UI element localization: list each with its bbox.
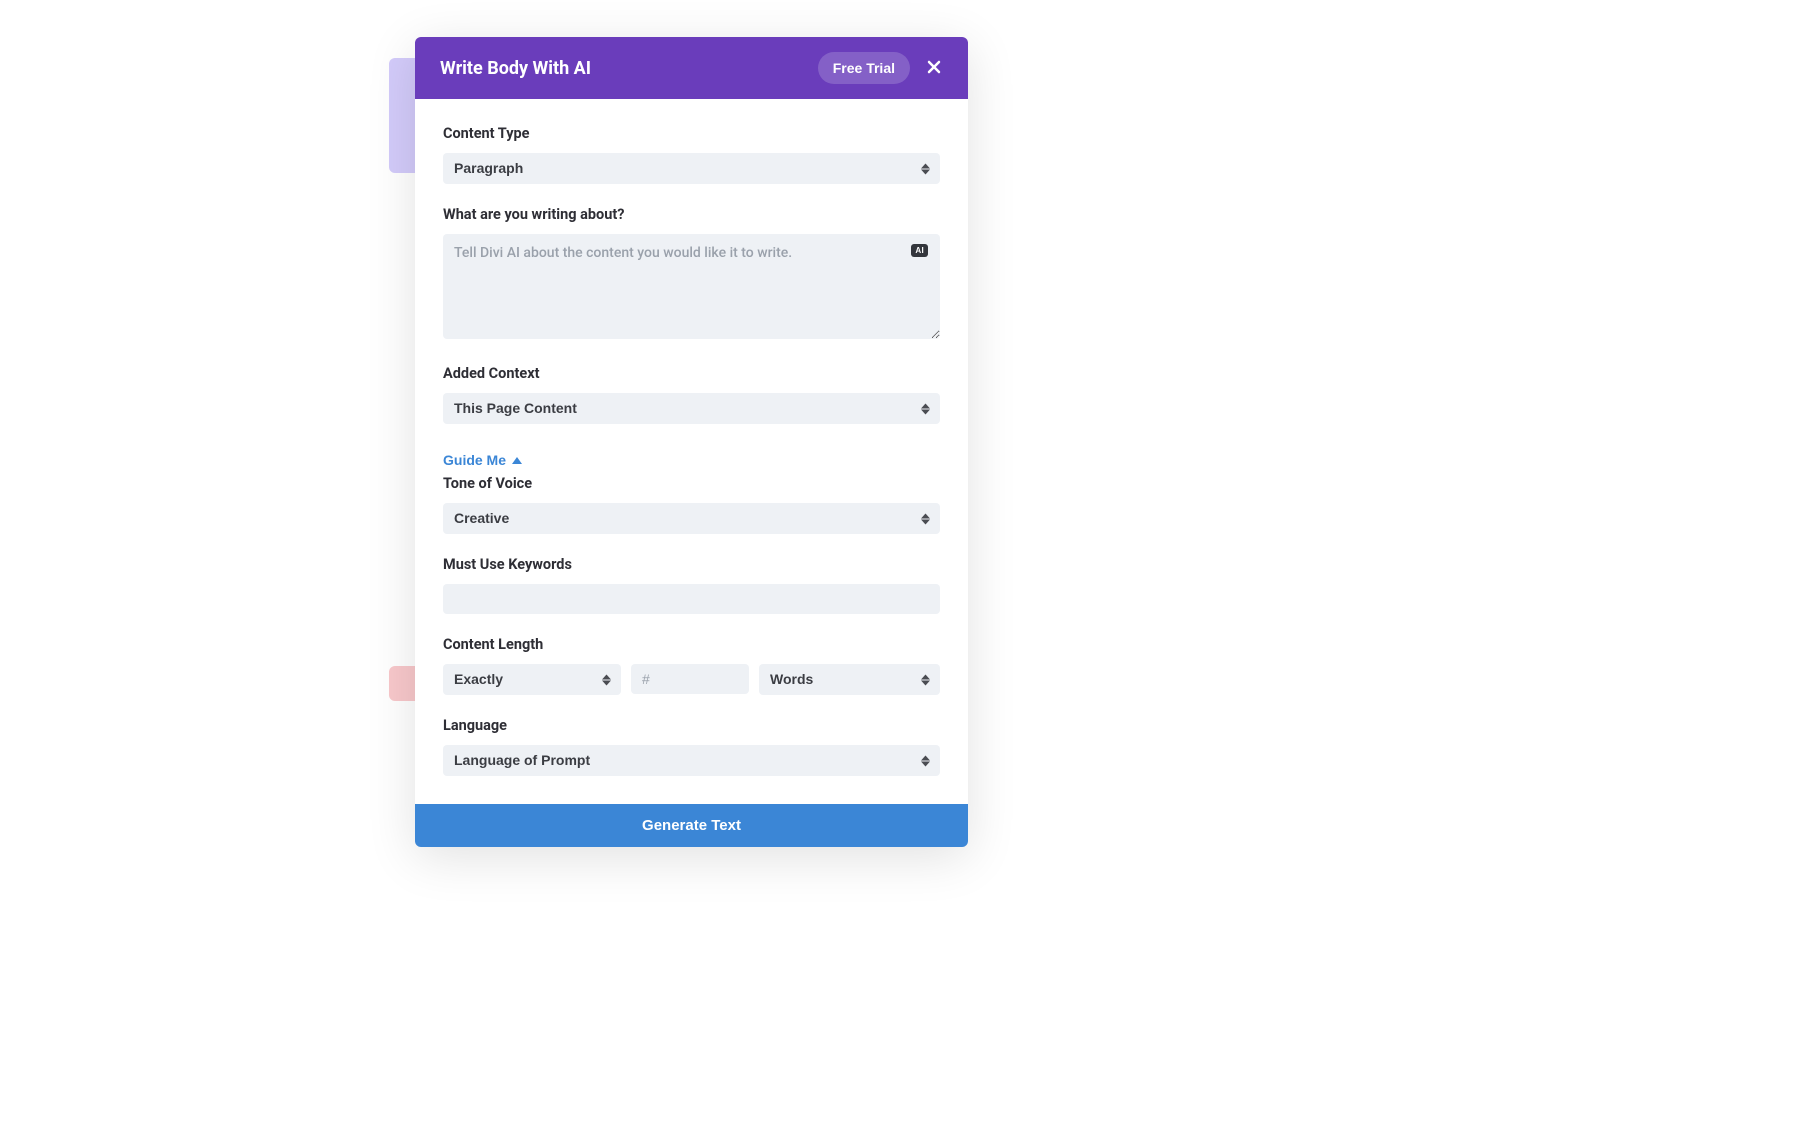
modal-footer: Generate Text [415, 804, 968, 847]
guide-me-label: Guide Me [443, 452, 506, 468]
content-type-select[interactable]: Paragraph [443, 153, 940, 184]
close-button[interactable] [922, 55, 946, 82]
language-group: Language Language of Prompt [443, 717, 940, 776]
keywords-label: Must Use Keywords [443, 556, 940, 573]
content-type-label: Content Type [443, 125, 940, 142]
ai-write-modal: Write Body With AI Free Trial Content Ty… [415, 37, 968, 847]
close-icon [926, 59, 942, 78]
tone-select[interactable]: Creative [443, 503, 940, 534]
modal-title: Write Body With AI [440, 58, 591, 79]
content-length-group: Content Length Exactly Words [443, 636, 940, 695]
content-length-label: Content Length [443, 636, 940, 653]
writing-about-textarea[interactable] [443, 234, 940, 339]
ai-badge-button[interactable]: AI [911, 244, 928, 257]
modal-header: Write Body With AI Free Trial [415, 37, 968, 99]
added-context-group: Added Context This Page Content [443, 365, 940, 424]
tone-label: Tone of Voice [443, 475, 940, 492]
keywords-input[interactable] [443, 584, 940, 614]
modal-body: Content Type Paragraph What are you writ… [415, 99, 968, 804]
keywords-group: Must Use Keywords [443, 556, 940, 614]
header-actions: Free Trial [818, 52, 946, 84]
content-length-mode-select[interactable]: Exactly [443, 664, 621, 695]
free-trial-button[interactable]: Free Trial [818, 52, 910, 84]
generate-text-button[interactable]: Generate Text [415, 804, 968, 847]
guide-me-toggle[interactable]: Guide Me [443, 452, 522, 468]
added-context-select[interactable]: This Page Content [443, 393, 940, 424]
content-type-group: Content Type Paragraph [443, 125, 940, 184]
triangle-up-icon [512, 457, 522, 464]
tone-group: Tone of Voice Creative [443, 475, 940, 534]
content-length-count-input[interactable] [631, 664, 749, 694]
content-length-unit-select[interactable]: Words [759, 664, 940, 695]
language-label: Language [443, 717, 940, 734]
added-context-label: Added Context [443, 365, 940, 382]
language-select[interactable]: Language of Prompt [443, 745, 940, 776]
writing-about-label: What are you writing about? [443, 206, 940, 223]
writing-about-group: What are you writing about? AI [443, 206, 940, 343]
